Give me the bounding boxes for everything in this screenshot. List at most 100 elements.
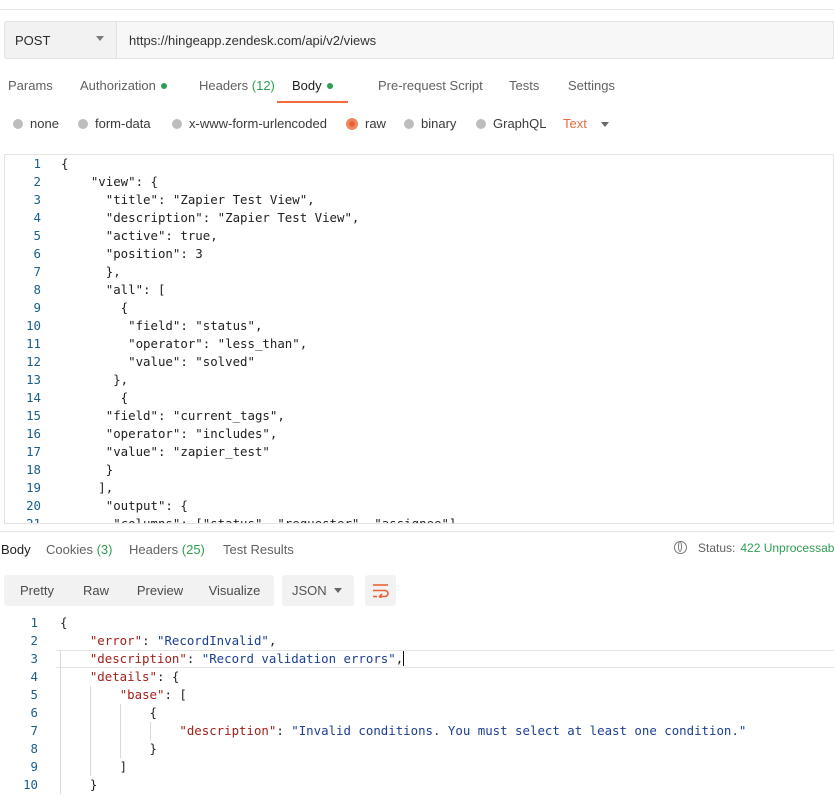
code-text: }, bbox=[61, 372, 129, 387]
tab-label: Params bbox=[8, 78, 53, 93]
tab-count: (25) bbox=[181, 542, 205, 557]
chevron-down-icon bbox=[334, 588, 342, 593]
tab-response-body[interactable]: Body bbox=[1, 539, 31, 561]
code-line: 3 "title": "Zapier Test View", bbox=[5, 191, 833, 209]
method-select[interactable]: POST bbox=[4, 21, 116, 59]
code-text: { bbox=[60, 704, 157, 722]
tab-authorization[interactable]: Authorization bbox=[80, 70, 167, 102]
code-line: 2 "view": { bbox=[5, 173, 833, 191]
view-mode-pretty[interactable]: Pretty bbox=[4, 575, 67, 606]
response-view-modes: Pretty Raw Preview Visualize bbox=[4, 575, 274, 606]
radio-selected-icon bbox=[346, 117, 358, 130]
line-number: 7 bbox=[33, 264, 41, 279]
tab-label: Headers bbox=[129, 542, 179, 557]
tab-count: (12) bbox=[251, 78, 275, 93]
tab-pre-request-script[interactable]: Pre-request Script bbox=[378, 70, 483, 102]
body-type-urlencoded[interactable]: x-www-form-urlencoded bbox=[172, 113, 327, 135]
line-number: 11 bbox=[26, 336, 41, 351]
line-number: 17 bbox=[26, 444, 41, 459]
tab-response-headers[interactable]: Headers (25) bbox=[129, 539, 205, 561]
status-dot-icon bbox=[326, 82, 333, 89]
response-code-line: 9 ] bbox=[0, 758, 834, 776]
json-punct: : { bbox=[156, 669, 180, 684]
code-line: 20 "output": { bbox=[5, 497, 833, 515]
code-text: { bbox=[61, 300, 129, 315]
response-divider bbox=[0, 531, 834, 532]
code-text: "operator": "less_than", bbox=[61, 336, 308, 351]
code-line: 8 "all": [ bbox=[5, 281, 833, 299]
body-type-none[interactable]: none bbox=[13, 113, 59, 135]
json-punct: , bbox=[268, 633, 277, 648]
tab-label: Tests bbox=[509, 78, 540, 93]
line-number: 12 bbox=[26, 354, 41, 369]
radio-icon bbox=[476, 118, 486, 129]
response-code-line: 1{ bbox=[0, 614, 834, 632]
code-text: "details": { bbox=[60, 668, 180, 686]
code-text: "columns": ["status", "requester", "assi… bbox=[61, 516, 457, 524]
code-text: { bbox=[60, 614, 67, 632]
tab-test-results[interactable]: Test Results bbox=[223, 539, 294, 561]
chevron-down-icon bbox=[96, 36, 104, 41]
line-number: 4 bbox=[33, 210, 41, 225]
code-text: "field": "status", bbox=[61, 318, 263, 333]
code-line: 1{ bbox=[5, 155, 833, 173]
tab-headers[interactable]: Headers (12) bbox=[199, 70, 275, 102]
line-number: 16 bbox=[26, 426, 41, 441]
tab-params[interactable]: Params bbox=[8, 70, 53, 102]
view-mode-preview[interactable]: Preview bbox=[125, 575, 195, 606]
code-line: 7 }, bbox=[5, 263, 833, 281]
tab-settings[interactable]: Settings bbox=[568, 70, 615, 102]
globe-icon[interactable] bbox=[674, 541, 687, 555]
body-type-binary[interactable]: binary bbox=[404, 113, 456, 135]
view-mode-visualize[interactable]: Visualize bbox=[195, 575, 274, 606]
line-number: 7 bbox=[30, 723, 38, 738]
response-code-line: 4 "details": { bbox=[0, 668, 834, 686]
response-status: Status: 422 Unprocessab bbox=[674, 541, 834, 555]
code-line: 12 "value": "solved" bbox=[5, 353, 833, 371]
response-code-line: 5 "base": [ bbox=[0, 686, 834, 704]
response-format-label: JSON bbox=[292, 583, 327, 598]
json-key: "base" bbox=[119, 687, 165, 702]
line-number: 6 bbox=[33, 246, 41, 261]
radio-icon bbox=[13, 118, 23, 129]
line-number: 2 bbox=[30, 633, 38, 648]
line-number: 18 bbox=[26, 462, 41, 477]
code-text: "value": "solved" bbox=[61, 354, 255, 369]
line-number: 1 bbox=[33, 156, 41, 171]
body-type-raw[interactable]: raw bbox=[346, 113, 386, 135]
code-line: 17 "value": "zapier_test" bbox=[5, 443, 833, 461]
response-body-viewer[interactable]: 1{2 "error": "RecordInvalid", 3 "descript… bbox=[0, 614, 834, 796]
url-input[interactable]: https://hingeapp.zendesk.com/api/v2/view… bbox=[116, 21, 834, 59]
tab-label: Body bbox=[1, 542, 31, 557]
chevron-down-icon bbox=[600, 122, 609, 128]
json-punct: : bbox=[276, 723, 292, 738]
radio-icon bbox=[404, 118, 414, 129]
code-line: 6 "position": 3 bbox=[5, 245, 833, 263]
wrap-lines-button[interactable] bbox=[365, 575, 396, 606]
json-string: "Invalid conditions. You must select at … bbox=[291, 723, 747, 738]
body-type-form-data[interactable]: form-data bbox=[78, 113, 151, 135]
status-value[interactable]: 422 Unprocessab bbox=[740, 541, 834, 555]
json-key: "details" bbox=[89, 669, 157, 684]
tab-label: Test Results bbox=[223, 542, 294, 557]
response-code-line: 10 } bbox=[0, 776, 834, 794]
line-number: 9 bbox=[33, 300, 41, 315]
json-punct: { bbox=[60, 705, 157, 720]
tab-tests[interactable]: Tests bbox=[509, 70, 539, 102]
line-number: 8 bbox=[33, 282, 41, 297]
json-punct bbox=[60, 651, 90, 666]
code-text: "output": { bbox=[61, 498, 188, 513]
tab-body[interactable]: Body bbox=[277, 70, 348, 103]
response-format-select[interactable]: JSON bbox=[282, 575, 354, 606]
code-text: "value": "zapier_test" bbox=[61, 444, 270, 459]
tab-response-cookies[interactable]: Cookies (3) bbox=[46, 539, 112, 561]
request-body-editor[interactable]: 1{2 "view": {3 "title": "Zapier Test Vie… bbox=[4, 154, 834, 524]
url-text: https://hingeapp.zendesk.com/api/v2/view… bbox=[129, 32, 377, 48]
response-code-line: 7 "description": "Invalid conditions. Yo… bbox=[0, 722, 834, 740]
code-text: ] bbox=[60, 758, 127, 776]
raw-format-select[interactable]: Text bbox=[563, 113, 609, 135]
view-mode-raw[interactable]: Raw bbox=[67, 575, 125, 606]
line-number: 19 bbox=[26, 480, 41, 495]
view-mode-label: Preview bbox=[136, 583, 184, 598]
body-type-graphql[interactable]: GraphQL bbox=[476, 113, 546, 135]
